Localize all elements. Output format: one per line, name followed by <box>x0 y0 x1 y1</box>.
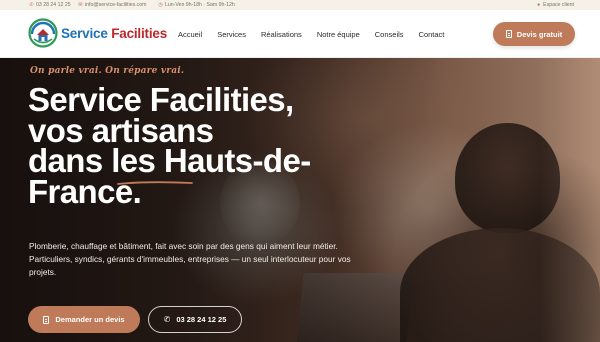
topbar-email[interactable]: ✉ info@service-facilities.com <box>78 2 146 8</box>
call-phone-button[interactable]: ✆ 03 28 24 12 25 <box>148 306 242 333</box>
client-space-text: Espace client <box>543 2 574 8</box>
nav-item-realisations[interactable]: Réalisations <box>261 30 302 39</box>
mail-icon: ✉ <box>78 1 83 8</box>
title-underline-stroke <box>117 181 193 185</box>
main-nav: Accueil Services Réalisations Notre équi… <box>178 30 444 39</box>
devis-gratuit-label: Devis gratuit <box>516 29 563 39</box>
clock-icon: ◷ <box>158 1 163 8</box>
logo-wordmark: Service Facilities <box>61 26 167 41</box>
hero-title-line-3: dans les Hauts-de- <box>28 142 311 179</box>
phone-icon: ✆ <box>163 314 171 324</box>
user-icon: ● <box>537 1 541 8</box>
nav-item-contact[interactable]: Contact <box>419 30 445 39</box>
logo-word-facilities: Facilities <box>111 25 167 41</box>
hero-title-line-1: Service Facilities, <box>28 81 294 118</box>
topbar-email-text: info@service-facilities.com <box>85 2 147 8</box>
document-icon <box>43 315 50 324</box>
document-icon <box>505 30 512 38</box>
site-logo[interactable]: Service Facilities <box>28 18 167 48</box>
topbar-hours: ◷ Lun-Ven 9h-18h · Sam 9h-12h <box>158 1 235 8</box>
hero-section: On parle vrai. On répare vrai. Service F… <box>0 58 600 342</box>
hero-tagline: On parle vrai. On répare vrai. <box>30 66 185 76</box>
demander-devis-label: Demander un devis <box>55 315 125 324</box>
nav-item-conseils[interactable]: Conseils <box>375 30 404 39</box>
nav-item-accueil[interactable]: Accueil <box>178 30 202 39</box>
phone-icon: ✆ <box>29 1 34 8</box>
devis-gratuit-button[interactable]: Devis gratuit <box>493 22 575 46</box>
logo-emblem-icon <box>28 18 58 48</box>
logo-word-service: Service <box>61 25 108 41</box>
hero-title: Service Facilities, vos artisans dans le… <box>28 81 358 207</box>
client-space-link[interactable]: ● Espace client <box>536 2 574 8</box>
top-info-bar: ✆ 03 28 24 12 25 ✉ info@service-faciliti… <box>0 0 600 10</box>
topbar-phone[interactable]: ✆ 03 28 24 12 25 <box>29 1 71 8</box>
call-phone-label: 03 28 24 12 25 <box>176 315 227 324</box>
nav-item-services[interactable]: Services <box>217 30 246 39</box>
hero-description: Plomberie, chauffage et bâtiment, fait a… <box>29 241 351 277</box>
nav-item-notre-equipe[interactable]: Notre équipe <box>317 30 360 39</box>
demander-devis-button[interactable]: Demander un devis <box>28 306 140 333</box>
topbar-hours-text: Lun-Ven 9h-18h · Sam 9h-12h <box>165 2 235 8</box>
site-header: Service Facilities Accueil Services Réal… <box>0 10 600 58</box>
topbar-phone-text: 03 28 24 12 25 <box>36 2 71 8</box>
